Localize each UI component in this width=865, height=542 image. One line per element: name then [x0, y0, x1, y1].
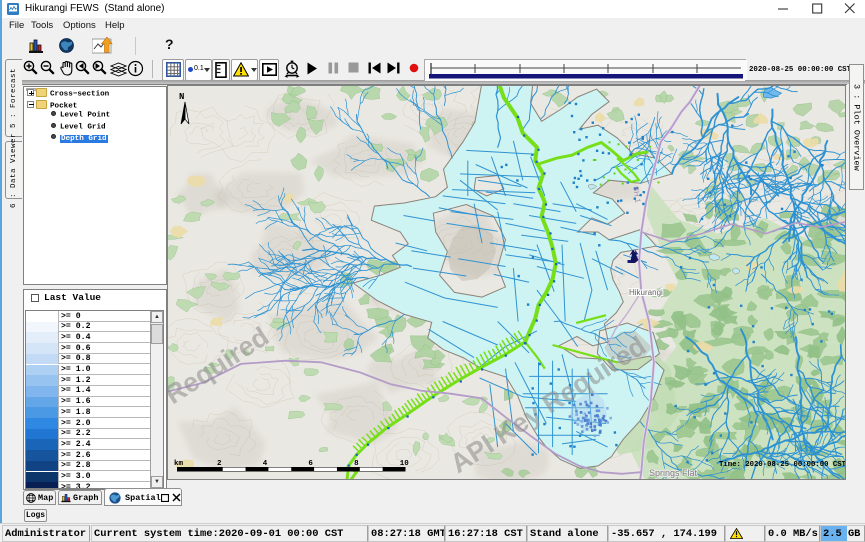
svg-text:N: N — [179, 92, 184, 102]
svg-text:Springs Flat: Springs Flat — [649, 468, 698, 478]
svg-text:2: 2 — [217, 460, 222, 468]
svg-text:4: 4 — [263, 460, 268, 468]
svg-text:km: km — [174, 460, 184, 468]
svg-text:10: 10 — [400, 460, 410, 468]
svg-text:Time: 2020-08-25 00:00:00 CST: Time: 2020-08-25 00:00:00 CST — [719, 461, 846, 469]
svg-text:8: 8 — [354, 460, 359, 468]
svg-text:6: 6 — [308, 460, 313, 468]
svg-text:Hikurangi: Hikurangi — [629, 288, 663, 297]
